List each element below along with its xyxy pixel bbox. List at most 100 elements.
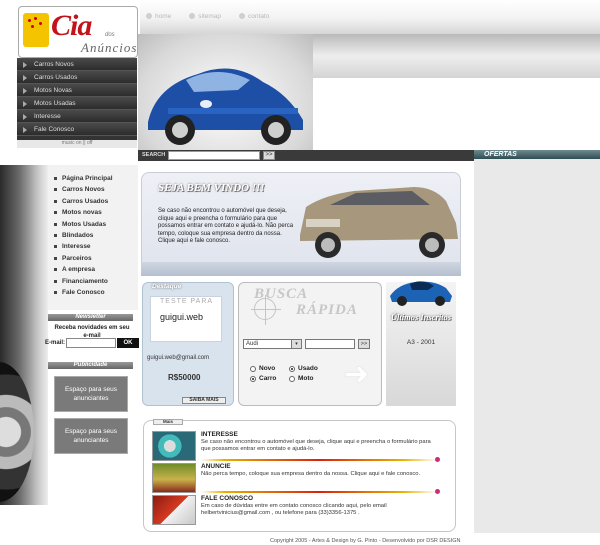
menu-item-carros-usados[interactable]: Carros Usados — [17, 71, 137, 84]
mais-item-text: Não perca tempo, coloque sua empresa den… — [201, 471, 421, 477]
nav-motos-usadas[interactable]: Motos Usadas — [48, 219, 138, 230]
publicidade-header: Publicidade — [48, 362, 133, 369]
email-field[interactable] — [66, 338, 116, 348]
hero-car-image — [138, 34, 313, 150]
search-input[interactable] — [168, 151, 260, 160]
home-icon — [146, 13, 152, 19]
destaque-teste-label: TESTE PARA — [160, 298, 214, 305]
divider-line — [201, 489, 440, 494]
radio-usado[interactable]: Usado — [289, 365, 318, 372]
nav-financiamento[interactable]: Financiamento — [48, 276, 138, 287]
nav-carros-novos[interactable]: Carros Novos — [48, 184, 138, 195]
top-nav-home-label: home — [155, 12, 172, 20]
ultimos-inscritos-title: Últimos Inscritos — [390, 312, 452, 322]
ofertas-header: OFERTAS — [474, 150, 600, 159]
big-arrow-icon: ➜ — [344, 358, 370, 391]
radio-circle — [250, 365, 256, 372]
menu-item-fale-conosco[interactable]: Fale Conosco — [17, 123, 137, 136]
saiba-mais-button[interactable]: SAIBA MAIS — [182, 397, 226, 404]
mais-item-heading[interactable]: INTERESSE — [201, 431, 238, 438]
radio-moto[interactable]: Moto — [289, 375, 314, 382]
nav-label: Motos novas — [62, 209, 102, 217]
logo-subtitle: Anúncios — [81, 40, 138, 55]
nav-label: A empresa — [62, 266, 95, 274]
destaque-price: R$50000 — [168, 373, 201, 382]
arrow-right-icon — [23, 75, 27, 81]
brand-select[interactable]: Audi ▾ — [243, 339, 302, 349]
menu-item-carros-novos[interactable]: Carros Novos — [17, 58, 137, 71]
mais-item-heading[interactable]: ANUNCIE — [201, 463, 231, 470]
nav-pagina-principal[interactable]: Página Principal — [48, 173, 138, 184]
anuncie-thumbnail[interactable] — [152, 463, 196, 493]
email-label: E-mail: — [45, 340, 66, 346]
radio-circle — [250, 375, 256, 382]
busca-button[interactable]: >> — [358, 339, 370, 349]
newsletter-ok-button[interactable]: OK — [117, 338, 139, 348]
menu-item-label: Motos Usadas — [34, 100, 76, 107]
radio-novo[interactable]: Novo — [250, 365, 275, 372]
nav-label: Interesse — [62, 243, 91, 251]
nav-label: Fale Conosco — [62, 288, 105, 296]
nav-label: Motos Usadas — [62, 220, 107, 228]
destaque-title: Destaque — [152, 283, 182, 290]
sports-car-illustration — [390, 281, 452, 306]
nav-interesse[interactable]: Interesse — [48, 241, 138, 252]
destaque-logo-text: guigui.web — [160, 312, 204, 322]
ad-slot-1[interactable]: Espaço para seus anunciantes — [54, 376, 128, 412]
menu-item-interesse[interactable]: Interesse — [17, 110, 137, 123]
destaque-email: guigui.web@gmail.com — [147, 355, 210, 361]
bullet-icon — [54, 233, 57, 237]
nav-carros-usados[interactable]: Carros Usados — [48, 196, 138, 207]
site-logo[interactable]: Cia dos Anúncios — [18, 6, 138, 58]
radio-carro[interactable]: Carro — [250, 375, 276, 382]
menu-item-label: Fale Conosco — [34, 126, 75, 133]
mais-title: Mais — [153, 419, 183, 425]
newsletter-header: Newsletter — [48, 314, 133, 321]
main-menu: Carros Novos Carros Usados Motos Novas M… — [17, 58, 137, 142]
model-input[interactable] — [305, 339, 355, 349]
nav-label: Página Principal — [62, 175, 113, 182]
menu-item-motos-usadas[interactable]: Motos Usadas — [17, 97, 137, 110]
bullet-icon — [54, 279, 57, 283]
bullet-icon — [54, 188, 57, 192]
nav-label: Blindados — [62, 231, 94, 239]
menu-item-label: Interesse — [34, 113, 61, 120]
nav-a-empresa[interactable]: A empresa — [48, 264, 138, 275]
mais-item-fale-conosco: FALE CONOSCO Em caso de dúvidas entre em… — [152, 495, 452, 527]
nav-blindados[interactable]: Blindados — [48, 230, 138, 241]
logo-name: Cia — [51, 9, 92, 42]
ultimos-inscritos-item[interactable]: A3 - 2001 — [386, 339, 456, 346]
top-nav-contato[interactable]: contato — [239, 11, 269, 21]
music-toggle[interactable]: music on || off — [17, 140, 137, 148]
header-gray-band — [300, 34, 600, 78]
menu-item-motos-novas[interactable]: Motos Novas — [17, 84, 137, 97]
nav-motos-novas[interactable]: Motos novas — [48, 207, 138, 218]
search-label: SEARCH — [142, 152, 166, 158]
logo-small: dos — [105, 32, 115, 38]
nav-label: Carros Usados — [62, 197, 109, 205]
nav-label: Carros Novos — [62, 186, 105, 194]
radio-label: Novo — [259, 365, 276, 372]
mais-item-heading[interactable]: FALE CONOSCO — [201, 495, 253, 502]
top-nav: home sitemap contato — [146, 11, 269, 21]
search-button[interactable]: >> — [263, 151, 275, 160]
mais-item-anuncie: ANUNCIE Não perca tempo, coloque sua emp… — [152, 463, 452, 495]
menu-item-label: Motos Novas — [34, 87, 72, 94]
nav-fale-conosco[interactable]: Fale Conosco — [48, 287, 138, 298]
fale-conosco-thumbnail[interactable] — [152, 495, 196, 525]
mais-item-interesse: INTERESSE Se caso não encontrou o automó… — [152, 431, 452, 463]
nav-parceiros[interactable]: Parceiros — [48, 253, 138, 264]
radio-circle — [289, 365, 295, 372]
mais-item-text: Se caso não encontrou o automóvel que de… — [201, 439, 431, 452]
top-nav-sitemap[interactable]: sitemap — [189, 11, 221, 21]
menu-item-label: Carros Usados — [34, 74, 78, 81]
interesse-thumbnail[interactable] — [152, 431, 196, 461]
busca-title-1: BUSCA — [254, 286, 309, 302]
arrow-right-icon — [23, 88, 27, 94]
logo-mark — [23, 13, 49, 47]
top-nav-home[interactable]: home — [146, 11, 171, 21]
bullet-icon — [54, 268, 57, 272]
radio-label: Usado — [298, 365, 318, 372]
footer-copyright: Copyright 2005 - Artes & Design by G. Pi… — [270, 538, 461, 544]
ad-slot-2[interactable]: Espaço para seus anunciantes — [54, 418, 128, 454]
